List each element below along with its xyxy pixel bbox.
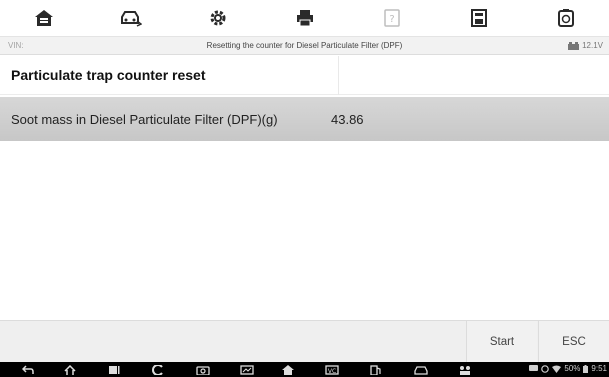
system-status: 50% 9:51 <box>529 364 607 373</box>
screenshot-button[interactable] <box>240 364 254 375</box>
vci-icon: VC <box>325 364 339 375</box>
recent-apps-icon <box>109 365 120 374</box>
action-bar: Start ESC <box>0 320 609 363</box>
camera-icon <box>196 365 210 375</box>
data-log-icon <box>557 9 574 27</box>
print-button[interactable] <box>261 0 348 36</box>
gas-station-button[interactable] <box>370 364 382 375</box>
data-log-button[interactable] <box>522 0 609 36</box>
car-button[interactable] <box>414 364 428 375</box>
content-area <box>0 141 609 319</box>
svg-text:VC: VC <box>328 368 336 375</box>
status-bar: VIN: Resetting the counter for Diesel Pa… <box>0 36 609 55</box>
car-battery-icon <box>568 41 580 50</box>
settings-button[interactable] <box>174 0 261 36</box>
system-nav-bar: VC 50% 9:51 <box>0 362 609 377</box>
back-button[interactable] <box>22 364 34 375</box>
help-button[interactable]: ? <box>348 0 435 36</box>
remote-support-button[interactable] <box>458 364 472 375</box>
screenshot-icon <box>240 364 254 375</box>
battery-icon <box>583 364 589 373</box>
table-header-row: Particulate trap counter reset <box>0 56 609 95</box>
notification-icon <box>541 364 550 373</box>
home-button[interactable] <box>0 0 87 36</box>
autel-app-icon <box>152 364 163 375</box>
camera-button[interactable] <box>196 364 210 375</box>
diag-home-icon <box>282 364 294 375</box>
vehicle-swap-button[interactable] <box>87 0 174 36</box>
wifi-icon <box>552 365 562 373</box>
row-value: 43.86 <box>331 111 364 127</box>
svg-text:?: ? <box>389 14 394 25</box>
recent-apps-button[interactable] <box>108 364 120 375</box>
gas-station-icon <box>370 364 381 375</box>
voltage-value: 12.1V <box>582 41 603 50</box>
remote-support-icon <box>460 365 470 375</box>
help-icon: ? <box>383 9 400 27</box>
home-icon <box>34 10 53 26</box>
vci-button[interactable]: VC <box>325 364 339 375</box>
save-icon <box>470 9 487 27</box>
section-heading: Particulate trap counter reset <box>0 56 339 95</box>
car-icon <box>414 365 428 375</box>
battery-voltage: 12.1V <box>568 41 603 50</box>
back-icon <box>22 364 34 374</box>
esc-button[interactable]: ESC <box>538 321 609 363</box>
settings-gear-icon <box>210 10 225 26</box>
autel-app-button[interactable] <box>152 364 164 375</box>
table-row[interactable]: Soot mass in Diesel Particulate Filter (… <box>0 97 609 141</box>
top-toolbar: ? <box>0 0 609 36</box>
row-name: Soot mass in Diesel Particulate Filter (… <box>11 111 278 127</box>
save-button[interactable] <box>435 0 522 36</box>
android-home-button[interactable] <box>64 364 76 375</box>
android-home-icon <box>64 364 76 375</box>
print-icon <box>296 10 313 27</box>
page-title: Resetting the counter for Diesel Particu… <box>206 41 403 50</box>
battery-percent: 50% <box>564 364 581 373</box>
diag-home-button[interactable] <box>282 364 294 375</box>
clock: 9:51 <box>591 364 607 373</box>
start-button[interactable]: Start <box>466 321 537 363</box>
message-icon <box>529 364 539 371</box>
vehicle-swap-icon <box>120 11 142 27</box>
